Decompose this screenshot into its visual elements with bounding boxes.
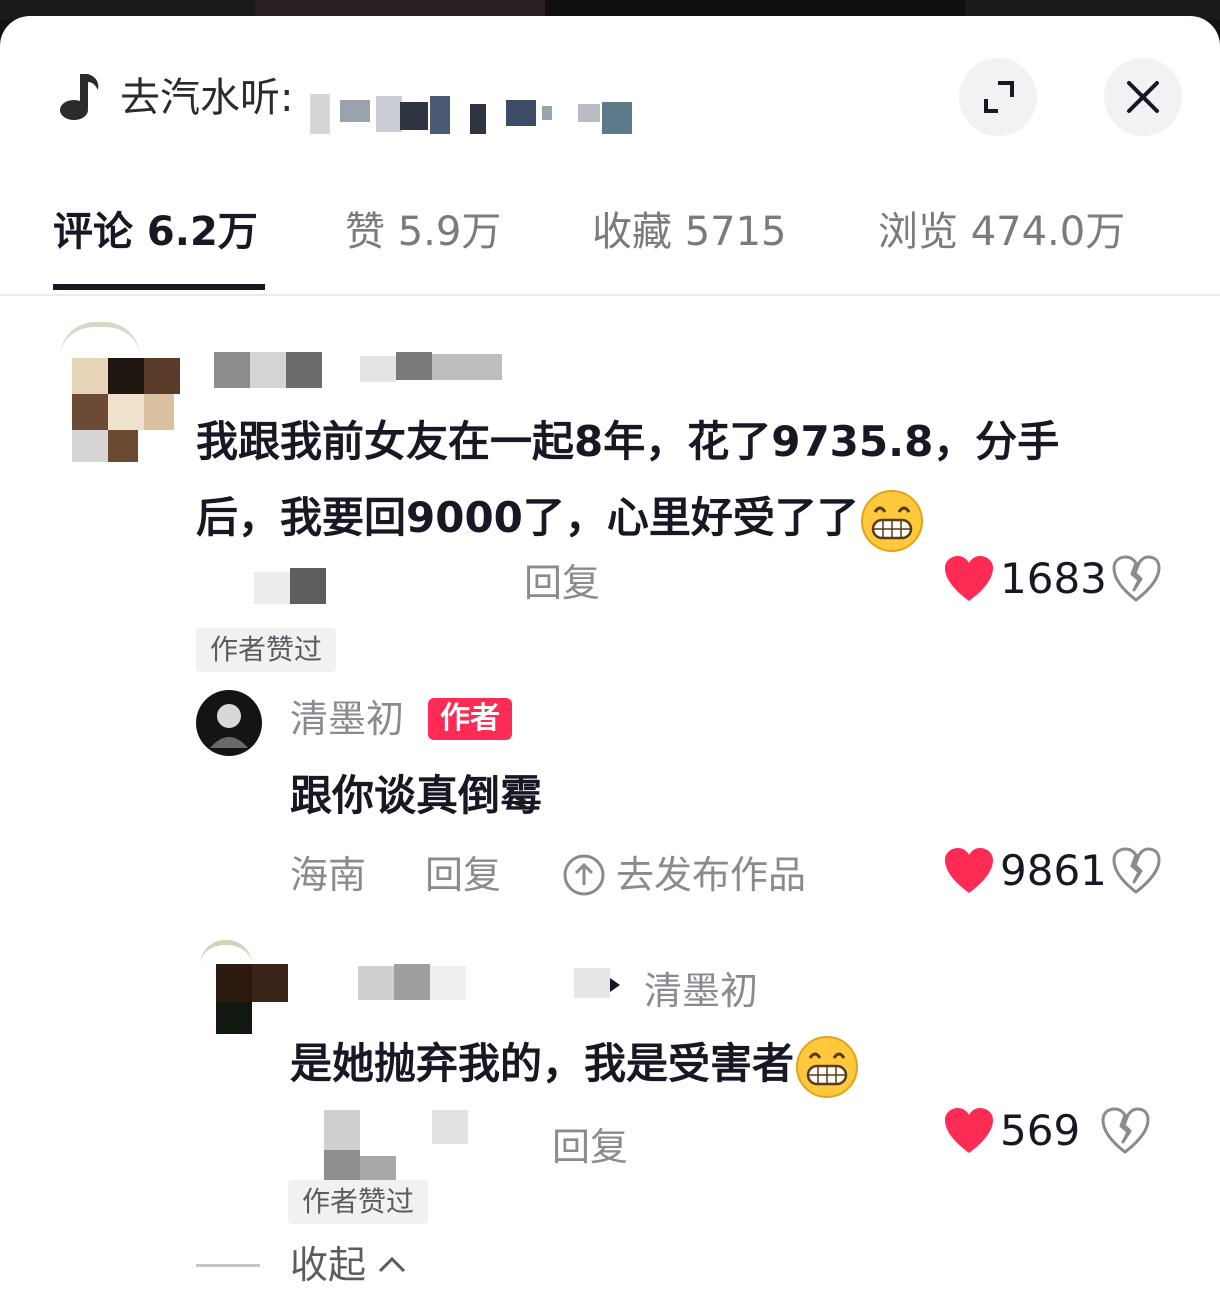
author-liked-badge: 作者赞过 — [288, 1180, 429, 1224]
expand-button[interactable] — [959, 58, 1037, 136]
avatar[interactable] — [56, 322, 182, 462]
tab-bar: 评论 6.2万 赞 5.9万 收藏 5715 浏览 474.0万 — [0, 186, 1220, 296]
publish-work-label: 去发布作品 — [616, 853, 807, 897]
comment-text: 我跟我前女友在一起8年，花了9735.8，分手 后，我要回9000了，心里好受了… — [196, 404, 1186, 556]
close-icon — [1127, 81, 1159, 113]
like-group: 1683 — [942, 554, 1161, 604]
reply-to-name[interactable]: 清墨初 — [644, 966, 758, 1016]
heart-filled-icon[interactable] — [942, 554, 996, 604]
reply-button[interactable]: 回复 — [552, 1122, 628, 1172]
tab-favorites[interactable]: 收藏 5715 — [592, 204, 787, 260]
heart-filled-icon[interactable] — [942, 846, 996, 896]
collapse-divider — [196, 1264, 260, 1267]
header-title[interactable]: 去汽水听: — [120, 68, 293, 128]
broken-heart-icon[interactable] — [1100, 1106, 1150, 1156]
heart-filled-icon[interactable] — [942, 1106, 996, 1156]
reply-text: 跟你谈真倒霉 — [290, 771, 543, 820]
like-count: 9861 — [1000, 846, 1107, 895]
like-group: 9861 — [942, 846, 1161, 896]
author-liked-badge: 作者赞过 — [196, 628, 337, 672]
close-button[interactable] — [1104, 58, 1182, 136]
tab-likes[interactable]: 赞 5.9万 — [345, 204, 501, 260]
grin-emoji-icon — [796, 1035, 859, 1098]
music-note-icon — [60, 74, 99, 120]
collapse-button[interactable]: 收起 — [290, 1240, 408, 1290]
author-name[interactable]: 清墨初 — [290, 694, 404, 744]
tab-views[interactable]: 浏览 474.0万 — [878, 204, 1125, 260]
tab-divider — [0, 294, 1220, 296]
broken-heart-icon[interactable] — [1111, 846, 1161, 896]
author-tag-badge: 作者 — [428, 698, 512, 740]
avatar[interactable] — [196, 940, 292, 1050]
reply-button[interactable]: 回复 — [524, 558, 600, 608]
collapse-label: 收起 — [290, 1243, 367, 1287]
comment-sheet: 去汽水听: 评论 6.2万 赞 5.9万 收藏 5715 浏览 474.0万 我… — [0, 16, 1220, 1312]
like-count: 1683 — [1000, 554, 1107, 603]
like-count: 569 — [1000, 1106, 1081, 1155]
reply-button[interactable]: 回复 — [425, 850, 501, 900]
author-avatar[interactable] — [196, 690, 262, 756]
tab-comments[interactable]: 评论 6.2万 — [53, 204, 258, 260]
blurred-username — [214, 352, 514, 388]
reply-location: 海南 — [290, 853, 367, 897]
expand-icon — [984, 81, 1014, 113]
publish-work-link[interactable]: 去发布作品 — [562, 850, 806, 900]
active-tab-indicator — [53, 284, 265, 290]
reply-text: 是她抛弃我的，我是受害者 — [290, 1026, 1140, 1102]
upload-circle-icon — [563, 854, 605, 896]
grin-emoji-icon — [860, 489, 923, 552]
blurred-title-text — [310, 90, 640, 140]
broken-heart-icon[interactable] — [1111, 554, 1161, 604]
blurred-username — [358, 964, 620, 1002]
blurred-time-location — [254, 568, 326, 604]
reply-arrow-icon — [610, 978, 620, 992]
like-group: 569 — [942, 1106, 1150, 1156]
chevron-up-icon — [378, 1256, 406, 1273]
